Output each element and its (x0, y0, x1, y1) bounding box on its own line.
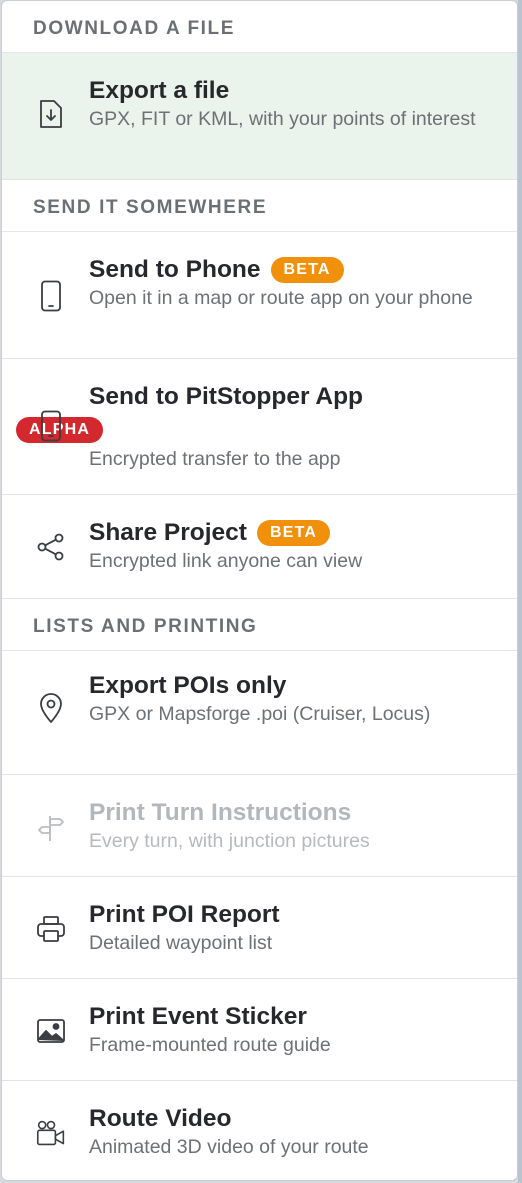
export-menu-panel: DOWNLOAD A FILE Export a file GPX, FIT o… (1, 0, 518, 1181)
menu-item-export-pois[interactable]: Export POIs only GPX or Mapsforge .poi (… (2, 651, 517, 775)
menu-item-title: Share Project (89, 519, 247, 546)
beta-badge: BETA (270, 257, 344, 283)
menu-item-description: GPX, FIT or KML, with your points of int… (89, 108, 476, 130)
menu-item-description: GPX or Mapsforge .poi (Cruiser, Locus) (89, 703, 431, 725)
menu-item-title: Print Turn Instructions (89, 799, 352, 826)
menu-item-print-turn-instructions: Print Turn Instructions Every turn, with… (2, 775, 517, 877)
map-pin-icon (36, 693, 66, 723)
menu-item-title: Route Video (89, 1105, 232, 1132)
menu-item-description: Frame-mounted route guide (89, 1034, 331, 1056)
menu-item-description: Detailed waypoint list (89, 932, 273, 954)
menu-item-description: Open it in a map or route app on your ph… (89, 287, 473, 309)
menu-item-title: Export POIs only (89, 672, 287, 699)
menu-item-share-project[interactable]: Share Project BETA Encrypted link anyone … (2, 495, 517, 599)
menu-item-description: Every turn, with junction pictures (89, 830, 370, 852)
menu-item-description: Encrypted transfer to the app (89, 448, 341, 470)
signpost-icon (36, 813, 66, 843)
menu-item-print-poi-report[interactable]: Print POI Report Detailed waypoint list (2, 877, 517, 979)
file-download-icon (36, 99, 66, 129)
menu-item-badge-row: ALPHA (9, 412, 497, 446)
menu-item-title: Print Event Sticker (89, 1003, 307, 1030)
menu-item-route-video[interactable]: Route Video Animated 3D video of your ro… (2, 1081, 517, 1180)
menu-item-title: Export a file (89, 77, 230, 104)
background-edge (518, 0, 522, 1183)
menu-item-description: Encrypted link anyone can view (89, 550, 363, 572)
video-camera-icon (36, 1118, 66, 1148)
phone-icon (36, 410, 66, 442)
menu-item-export-file[interactable]: Export a file GPX, FIT or KML, with your… (2, 53, 517, 180)
menu-item-title: Send to PitStopper App (89, 383, 364, 410)
phone-icon (36, 280, 66, 312)
section-header-send: SEND IT SOMEWHERE (2, 180, 517, 232)
image-icon (36, 1016, 66, 1046)
section-header-download: DOWNLOAD A FILE (2, 1, 517, 53)
menu-item-print-event-sticker[interactable]: Print Event Sticker Frame-mounted route … (2, 979, 517, 1081)
menu-item-title-row: Send to Phone BETA (89, 254, 497, 285)
printer-icon (36, 914, 66, 944)
menu-item-description: Animated 3D video of your route (89, 1136, 369, 1158)
menu-item-title: Print POI Report (89, 901, 280, 928)
menu-item-send-to-pitstopper[interactable]: Send to PitStopper App ALPHA Encrypted t… (2, 359, 517, 495)
share-icon (36, 532, 66, 562)
menu-item-title: Send to Phone (89, 256, 261, 283)
menu-item-send-to-phone[interactable]: Send to Phone BETA Open it in a map or ro… (2, 232, 517, 359)
menu-item-title-row: Share Project BETA (89, 517, 497, 548)
beta-badge: BETA (256, 520, 331, 546)
section-header-lists: LISTS AND PRINTING (2, 599, 517, 651)
